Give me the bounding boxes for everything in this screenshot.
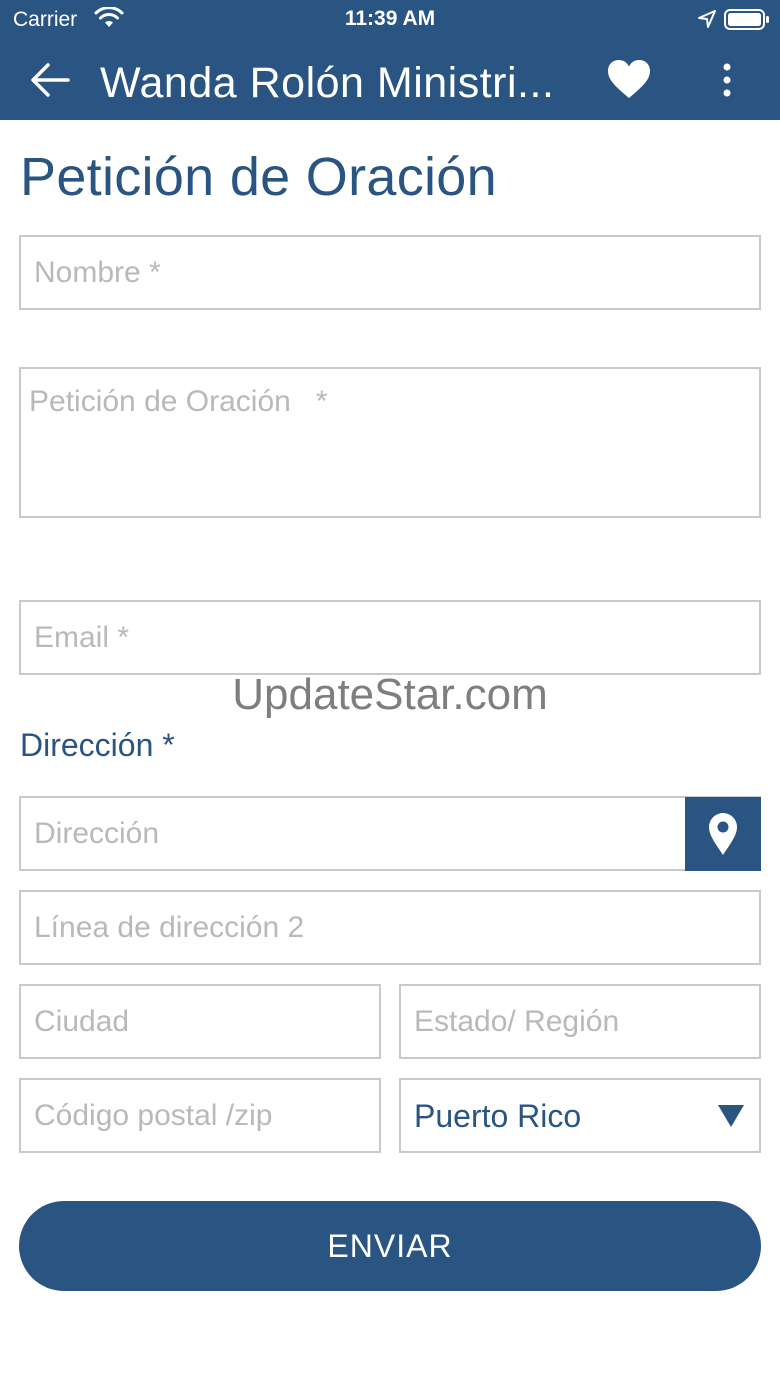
address-field[interactable]: Dirección [19,796,761,871]
more-options-icon[interactable] [715,61,739,101]
address-section-label: Dirección * [20,727,175,763]
nav-title: Wanda Rolón Ministri... [100,59,555,107]
back-arrow-icon[interactable] [28,60,72,100]
name-field[interactable]: Nombre * [19,235,761,310]
favorite-heart-icon[interactable] [606,58,652,100]
prayer-request-placeholder: Petición de Oración * [29,385,328,418]
prayer-request-textarea[interactable]: Petición de Oración * [19,367,761,518]
address-line2-field[interactable]: Línea de dirección 2 [19,890,761,965]
nav-bar: Wanda Rolón Ministri... [0,40,780,120]
submit-button[interactable]: ENVIAR [19,1201,761,1291]
country-select[interactable]: Puerto Rico [399,1078,761,1153]
locate-address-button[interactable] [685,797,761,871]
location-arrow-icon [698,10,716,28]
city-field[interactable]: Ciudad [19,984,381,1059]
status-bar: Carrier 11:39 AM [0,0,780,40]
address-placeholder: Dirección [34,817,160,850]
country-selected-value: Puerto Rico [414,1098,582,1134]
watermark-text: UpdateStar.com [232,670,548,719]
zip-code-placeholder: Código postal /zip [34,1099,273,1132]
address-line2-placeholder: Línea de dirección 2 [34,911,305,944]
page-title: Petición de Oración [20,147,497,207]
clock: 11:39 AM [344,7,436,30]
zip-code-field[interactable]: Código postal /zip [19,1078,381,1153]
state-region-field[interactable]: Estado/ Región [399,984,761,1059]
email-placeholder: Email * [34,621,130,654]
city-placeholder: Ciudad [34,1005,130,1038]
dropdown-triangle-icon [718,1105,744,1127]
battery-icon [724,9,769,30]
name-placeholder: Nombre * [34,256,161,289]
email-field[interactable]: Email * [19,600,761,675]
state-region-placeholder: Estado/ Región [414,1005,620,1038]
map-pin-icon [709,813,737,855]
